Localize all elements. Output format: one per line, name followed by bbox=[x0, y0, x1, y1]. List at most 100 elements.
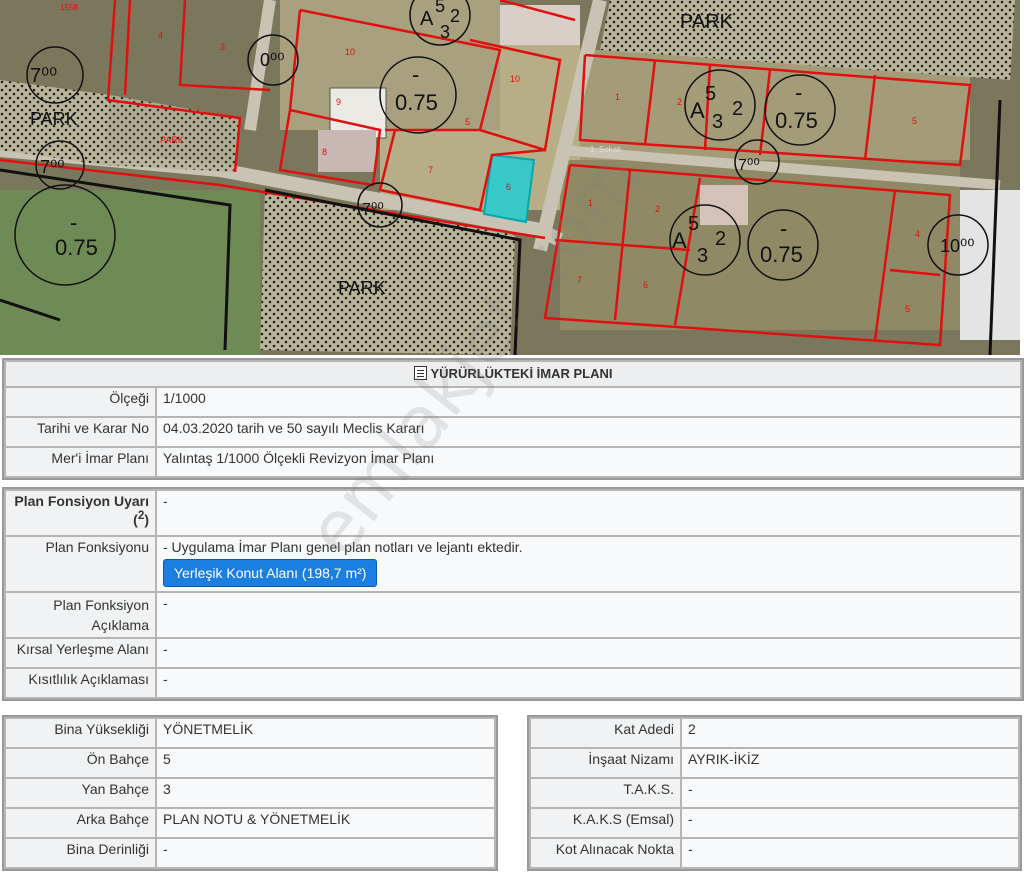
table-row: Kırsal Yerleşme Alanı - bbox=[4, 637, 1022, 669]
row-label: Ölçeği bbox=[4, 386, 157, 418]
row-label: Tarihi ve Karar No bbox=[4, 416, 157, 448]
table-row: Tarihi ve Karar No 04.03.2020 tarih ve 5… bbox=[4, 416, 1022, 448]
table-row: Ön Bahçe 5 bbox=[4, 747, 496, 779]
row-label: İnşaat Nizamı bbox=[529, 747, 682, 779]
row-value: - bbox=[680, 777, 1020, 809]
table-row: Kat Adedi 2 bbox=[529, 717, 1020, 749]
row-label: Mer'i İmar Planı bbox=[4, 446, 157, 478]
row-label: Kot Alınacak Nokta bbox=[529, 837, 682, 869]
table-row: İnşaat Nizamı AYRIK-İKİZ bbox=[529, 747, 1020, 779]
parcel-map[interactable]: PARK PARK PARK PARK 1. Sokak 1558 0.75 0… bbox=[0, 0, 1020, 355]
row-value: - bbox=[680, 837, 1020, 869]
parcel-num: 9 bbox=[336, 97, 341, 107]
restriction-value: - bbox=[155, 667, 1022, 699]
row-value: AYRIK-İKİZ bbox=[680, 747, 1020, 779]
zone-bot-2: 3 bbox=[697, 245, 708, 267]
zone-prefix-3: A bbox=[420, 8, 434, 30]
row-value: 3 bbox=[155, 777, 496, 809]
restriction-label: Kısıtlılık Açıklaması bbox=[4, 667, 157, 699]
table-row: Kısıtlılık Açıklaması - bbox=[4, 667, 1022, 699]
zone-mid-2: 2 bbox=[715, 228, 726, 250]
ratio-label-3: 0.75 bbox=[760, 242, 803, 267]
table-row: Arka Bahçe PLAN NOTU & YÖNETMELİK bbox=[4, 807, 496, 839]
table-row: Bina Derinliği - bbox=[4, 837, 496, 869]
warning-footnote: 2 bbox=[137, 509, 145, 522]
plan-function-panel: Plan Fonsiyon Uyarı (2) - Plan Fonksiyonu… bbox=[2, 487, 1024, 701]
parcel-num: 1 bbox=[615, 92, 620, 102]
dash-1: - bbox=[412, 62, 419, 87]
ratio-label-2: 0.75 bbox=[775, 108, 818, 133]
parcel-num: 3 bbox=[220, 42, 225, 52]
map-label-park-bottom: PARK bbox=[338, 278, 386, 298]
row-label: T.A.K.S. bbox=[529, 777, 682, 809]
table-row: K.A.K.S (Emsal) - bbox=[529, 807, 1020, 839]
zone-top-3: 5 bbox=[435, 0, 445, 16]
function-desc-label: Plan Fonksiyon Açıklama bbox=[4, 591, 157, 639]
plan-title: YÜRÜRLÜKTEKİ İMAR PLANI bbox=[430, 366, 613, 381]
table-row: T.A.K.S. - bbox=[529, 777, 1020, 809]
row-value: 1/1000 bbox=[155, 386, 1022, 418]
table-row: Plan Fonsiyon Uyarı (2) - bbox=[4, 489, 1022, 537]
building-right-panel: Kat Adedi 2 İnşaat Nizamı AYRIK-İKİZ T.A.K… bbox=[527, 715, 1022, 871]
zone-prefix-1: A bbox=[690, 98, 705, 123]
warning-value: - bbox=[155, 489, 1022, 537]
row-label: Arka Bahçe bbox=[4, 807, 157, 839]
row-value: PLAN NOTU & YÖNETMELİK bbox=[155, 807, 496, 839]
parcel-num: 5 bbox=[912, 116, 917, 126]
row-value: 04.03.2020 tarih ve 50 sayılı Meclis Kar… bbox=[155, 416, 1022, 448]
map-label-top-num: 1558 bbox=[60, 3, 78, 12]
function-value: - Uygulama İmar Planı genel plan notları… bbox=[163, 539, 523, 555]
parcel-num: 7 bbox=[577, 275, 582, 285]
zone-mid-1: 2 bbox=[732, 98, 743, 120]
map-label-park-top: PARK bbox=[680, 11, 734, 33]
distance-5: 10⁰⁰ bbox=[940, 236, 974, 256]
map-label-park-small: PARK bbox=[160, 135, 184, 145]
building-left-panel: Bina Yüksekliği YÖNETMELİK Ön Bahçe 5 Yan … bbox=[2, 715, 498, 871]
row-label: Bina Yüksekliği bbox=[4, 717, 157, 749]
zoning-plan-panel: YÜRÜRLÜKTEKİ İMAR PLANI Ölçeği 1/1000 Ta… bbox=[2, 358, 1024, 480]
parcel-num: 6 bbox=[506, 182, 511, 192]
row-label: Ön Bahçe bbox=[4, 747, 157, 779]
row-value: - bbox=[680, 807, 1020, 839]
map-label-street: 1. Sokak bbox=[590, 145, 622, 154]
row-label: Kat Adedi bbox=[529, 717, 682, 749]
warning-label-cell: Plan Fonsiyon Uyarı (2) bbox=[4, 489, 157, 537]
rural-value: - bbox=[155, 637, 1022, 669]
table-row: Bina Yüksekliği YÖNETMELİK bbox=[4, 717, 496, 749]
zone-top-2: 5 bbox=[688, 213, 699, 235]
residential-area-button[interactable]: Yerleşik Konut Alanı (198,7 m²) bbox=[163, 559, 378, 587]
distance-1: 7⁰⁰ bbox=[30, 65, 57, 87]
zone-top-1: 5 bbox=[705, 83, 716, 105]
table-row: Kot Alınacak Nokta - bbox=[529, 837, 1020, 869]
row-value: - bbox=[155, 837, 496, 869]
row-value: 5 bbox=[155, 747, 496, 779]
parcel-num: 1 bbox=[588, 198, 593, 208]
parcel-num: 10 bbox=[510, 74, 520, 84]
function-value-cell: - Uygulama İmar Planı genel plan notları… bbox=[155, 535, 1022, 593]
parcel-num: 5 bbox=[465, 117, 470, 127]
row-value: Yalıntaş 1/1000 Ölçekli Revizyon İmar Pl… bbox=[155, 446, 1022, 478]
parcel-num: 2 bbox=[655, 204, 660, 214]
parcel-num: 10 bbox=[345, 47, 355, 57]
parcel-num: 4 bbox=[915, 229, 920, 239]
function-desc-value: - bbox=[155, 591, 1022, 639]
row-label: Yan Bahçe bbox=[4, 777, 157, 809]
row-label: Bina Derinliği bbox=[4, 837, 157, 869]
distance-3: 7⁰⁰ bbox=[362, 201, 384, 218]
row-value: YÖNETMELİK bbox=[155, 717, 496, 749]
plan-title-cell: YÜRÜRLÜKTEKİ İMAR PLANI bbox=[4, 360, 1022, 388]
warning-label: Plan Fonsiyon Uyarı bbox=[14, 493, 149, 509]
dash-4: - bbox=[70, 210, 77, 235]
ratio-label-4: 0.75 bbox=[55, 235, 98, 260]
dash-3: - bbox=[780, 216, 787, 241]
parcel-num: 7 bbox=[428, 165, 433, 175]
map-canvas: PARK PARK PARK PARK 1. Sokak 1558 0.75 0… bbox=[0, 0, 1020, 355]
distance-4: 7⁰⁰ bbox=[738, 157, 760, 174]
dash-2: - bbox=[795, 80, 802, 105]
table-row: Plan Fonksiyonu - Uygulama İmar Planı ge… bbox=[4, 535, 1022, 593]
table-row: Mer'i İmar Planı Yalıntaş 1/1000 Ölçekli… bbox=[4, 446, 1022, 478]
parcel-num: 2 bbox=[677, 97, 682, 107]
document-icon bbox=[413, 366, 427, 380]
function-label: Plan Fonksiyonu bbox=[4, 535, 157, 593]
table-row: Yan Bahçe 3 bbox=[4, 777, 496, 809]
